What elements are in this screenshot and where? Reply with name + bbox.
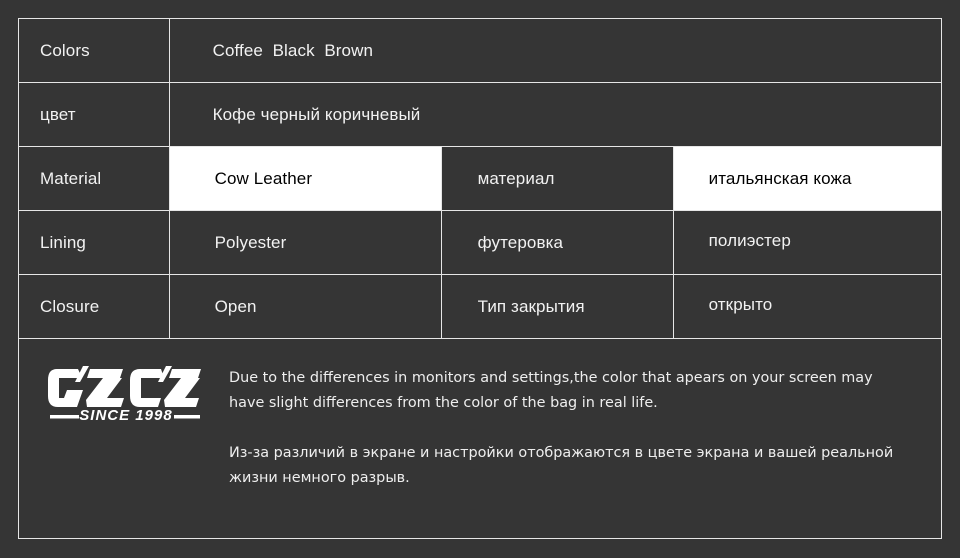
spec-label-lining: Lining [40, 232, 86, 252]
disclaimer-russian: Из-за различий в экране и настройки отоб… [229, 445, 894, 486]
table-row: Colors Coffee Black Brown [19, 19, 941, 83]
spec-label-lining-ru: футеровка [440, 211, 673, 274]
spec-label-closure: Closure [40, 296, 100, 316]
gzcz-logo-icon: SINCE 1998 [47, 366, 201, 424]
specification-table: Colors Coffee Black Brown цвет Кофе черн… [18, 18, 942, 539]
spec-label-colors: Colors [40, 40, 90, 60]
spec-value-closure-en: Open [168, 275, 441, 338]
product-spec-panel: Colors Coffee Black Brown цвет Кофе черн… [0, 0, 960, 558]
spec-label-colors-ru: цвет [40, 104, 76, 124]
spec-value-lining-en: Polyester [168, 211, 441, 274]
disclaimer-english: Due to the differences in monitors and s… [229, 370, 873, 411]
spec-value-colors-ru: Кофе черный коричневый [168, 83, 941, 146]
disclaimer-section: SINCE 1998 Due to the differences in mon… [19, 339, 941, 538]
brand-logo: SINCE 1998 [19, 339, 229, 425]
spec-value-colors: Coffee Black Brown [168, 19, 941, 82]
spec-value-material-ru: итальянская кожа [672, 147, 941, 210]
table-row: цвет Кофе черный коричневый [19, 83, 941, 147]
spec-value-closure-ru-text: открыто [708, 294, 773, 314]
spec-value-lining-ru-text: полиэстер [708, 230, 791, 250]
table-row: Closure Open Тип закрытия открыто [19, 275, 941, 339]
spec-label-material-ru: материал [440, 147, 673, 210]
table-row: Lining Polyester футеровка полиэстер [19, 211, 941, 275]
spec-value-closure-ru: открыто [672, 275, 941, 338]
spec-value-lining-ru: полиэстер [672, 211, 941, 274]
spec-value-material-en: Cow Leather [168, 147, 441, 210]
disclaimer-text: Due to the differences in monitors and s… [229, 339, 941, 491]
spec-label-material: Material [40, 168, 102, 188]
spec-label-closure-ru: Тип закрытия [440, 275, 673, 338]
logo-tagline-text: SINCE 1998 [79, 407, 172, 424]
table-row: Material Cow Leather материал итальянска… [19, 147, 941, 211]
